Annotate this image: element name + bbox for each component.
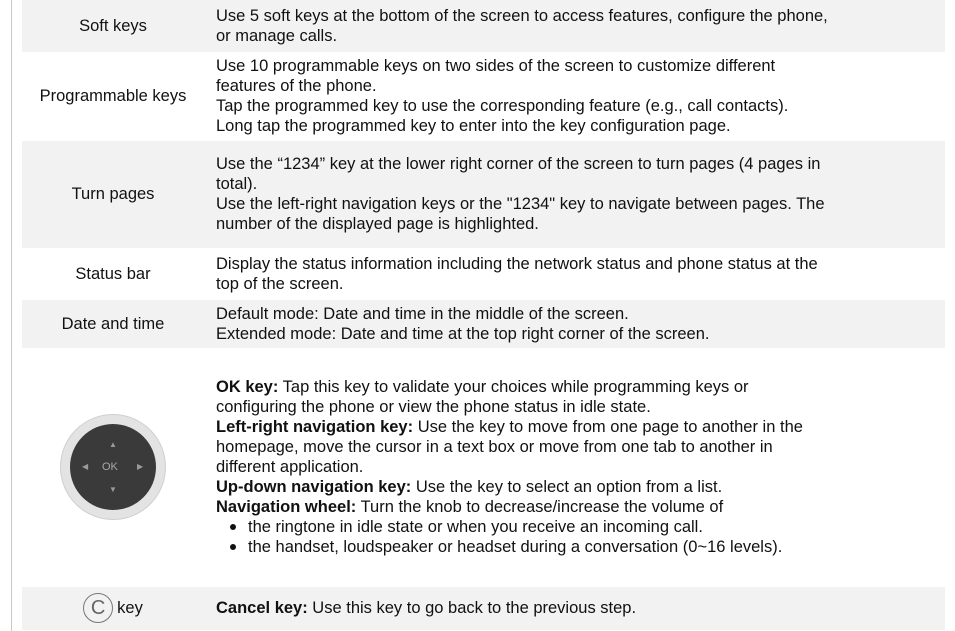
row-description: Default mode: Date and time in the middl…: [204, 299, 945, 349]
description-line: number of the displayed page is highligh…: [216, 215, 539, 233]
row-description: Use 10 programmable keys on two sides of…: [204, 52, 945, 141]
navigation-wheel-title: Navigation wheel:: [216, 498, 357, 516]
description-line: total).: [216, 175, 258, 193]
up-down-key-title: Up-down navigation key:: [216, 478, 412, 496]
left-right-key-title: Left-right navigation key:: [216, 418, 414, 436]
table-row: C key Cancel key: Use this key to go bac…: [22, 586, 945, 631]
cancel-key-label: key: [117, 599, 143, 617]
table-row: Status bar Display the status informatio…: [22, 248, 945, 300]
table-row: ▲ ▼ ◀ ▶ OK OK key: Tap this key to valid…: [22, 348, 945, 587]
description-line: homepage, move the cursor in a text box …: [216, 438, 773, 456]
description-line: features of the phone.: [216, 77, 377, 95]
description-line: Cancel key: Use this key to go back to t…: [216, 598, 933, 618]
arrow-left-icon: ◀: [82, 462, 89, 471]
table-row: Soft keys Use 5 soft keys at the bottom …: [22, 0, 945, 53]
navigation-wheel-image: ▲ ▼ ◀ ▶ OK: [60, 414, 166, 520]
description-line: Display the status information including…: [216, 254, 818, 273]
row-label: Soft keys: [22, 0, 204, 53]
description-line: Extended mode: Date and time at the top …: [216, 324, 710, 343]
up-down-key-text: Use the key to select an option from a l…: [411, 478, 723, 496]
ok-key-label: OK: [102, 461, 118, 473]
row-label: Turn pages: [22, 140, 204, 249]
row-label: Programmable keys: [22, 52, 204, 141]
cancel-key-text: Use this key to go back to the previous …: [307, 599, 637, 617]
left-right-key-text: Use the key to move from one page to ano…: [413, 418, 803, 436]
description-line: configuring the phone or view the phone …: [216, 398, 651, 416]
description-line: Use the “1234” key at the lower right co…: [216, 155, 821, 173]
navigation-wheel-face: ▲ ▼ ◀ ▶ OK: [70, 424, 156, 510]
description-line: OK key: Tap this key to validate your ch…: [216, 377, 933, 397]
cancel-key-cell: C key: [22, 586, 204, 631]
description-line: Use the left-right navigation keys or th…: [216, 195, 825, 213]
description-line: Use 5 soft keys at the bottom of the scr…: [216, 6, 828, 25]
row-description: Use 5 soft keys at the bottom of the scr…: [204, 0, 945, 53]
description-line: Default mode: Date and time in the middl…: [216, 304, 629, 323]
row-description: Cancel key: Use this key to go back to t…: [204, 586, 945, 631]
row-label: Date and time: [22, 299, 204, 349]
table-row: Programmable keys Use 10 programmable ke…: [22, 52, 945, 141]
list-item: the handset, loudspeaker or headset duri…: [230, 537, 933, 557]
description-line: Left-right navigation key: Use the key t…: [216, 417, 933, 437]
navigation-wheel-text: Turn the knob to decrease/increase the v…: [356, 498, 724, 516]
description-line: Tap the programmed key to use the corres…: [216, 97, 789, 115]
description-line: Navigation wheel: Turn the knob to decre…: [216, 497, 933, 517]
page-margin-rule: [11, 0, 12, 631]
row-description: OK key: Tap this key to validate your ch…: [204, 348, 945, 587]
row-description: Use the “1234” key at the lower right co…: [204, 140, 945, 249]
cancel-key-label-group: C key: [83, 593, 143, 623]
cancel-key-icon: C: [83, 593, 114, 623]
row-description: Display the status information including…: [204, 248, 945, 300]
description-line: different application.: [216, 458, 364, 476]
navigation-wheel-cell: ▲ ▼ ◀ ▶ OK: [22, 348, 204, 587]
list-item: the ringtone in idle state or when you r…: [230, 517, 933, 537]
arrow-up-icon: ▲: [109, 440, 117, 449]
ok-key-text: Tap this key to validate your choices wh…: [278, 378, 749, 396]
description-line: Up-down navigation key: Use the key to s…: [216, 477, 933, 497]
volume-list: the ringtone in idle state or when you r…: [216, 517, 933, 557]
table-row: Date and time Default mode: Date and tim…: [22, 299, 945, 349]
ok-key-title: OK key:: [216, 378, 279, 396]
description-line: top of the screen.: [216, 274, 344, 293]
description-line: Long tap the programmed key to enter int…: [216, 117, 731, 135]
arrow-down-icon: ▼: [109, 485, 117, 494]
arrow-right-icon: ▶: [137, 462, 144, 471]
description-line: Use 10 programmable keys on two sides of…: [216, 57, 776, 75]
cancel-key-title: Cancel key:: [216, 599, 308, 617]
feature-table: Soft keys Use 5 soft keys at the bottom …: [22, 0, 945, 631]
row-label: Status bar: [22, 248, 204, 300]
description-line: or manage calls.: [216, 26, 338, 45]
table-row: Turn pages Use the “1234” key at the low…: [22, 140, 945, 249]
